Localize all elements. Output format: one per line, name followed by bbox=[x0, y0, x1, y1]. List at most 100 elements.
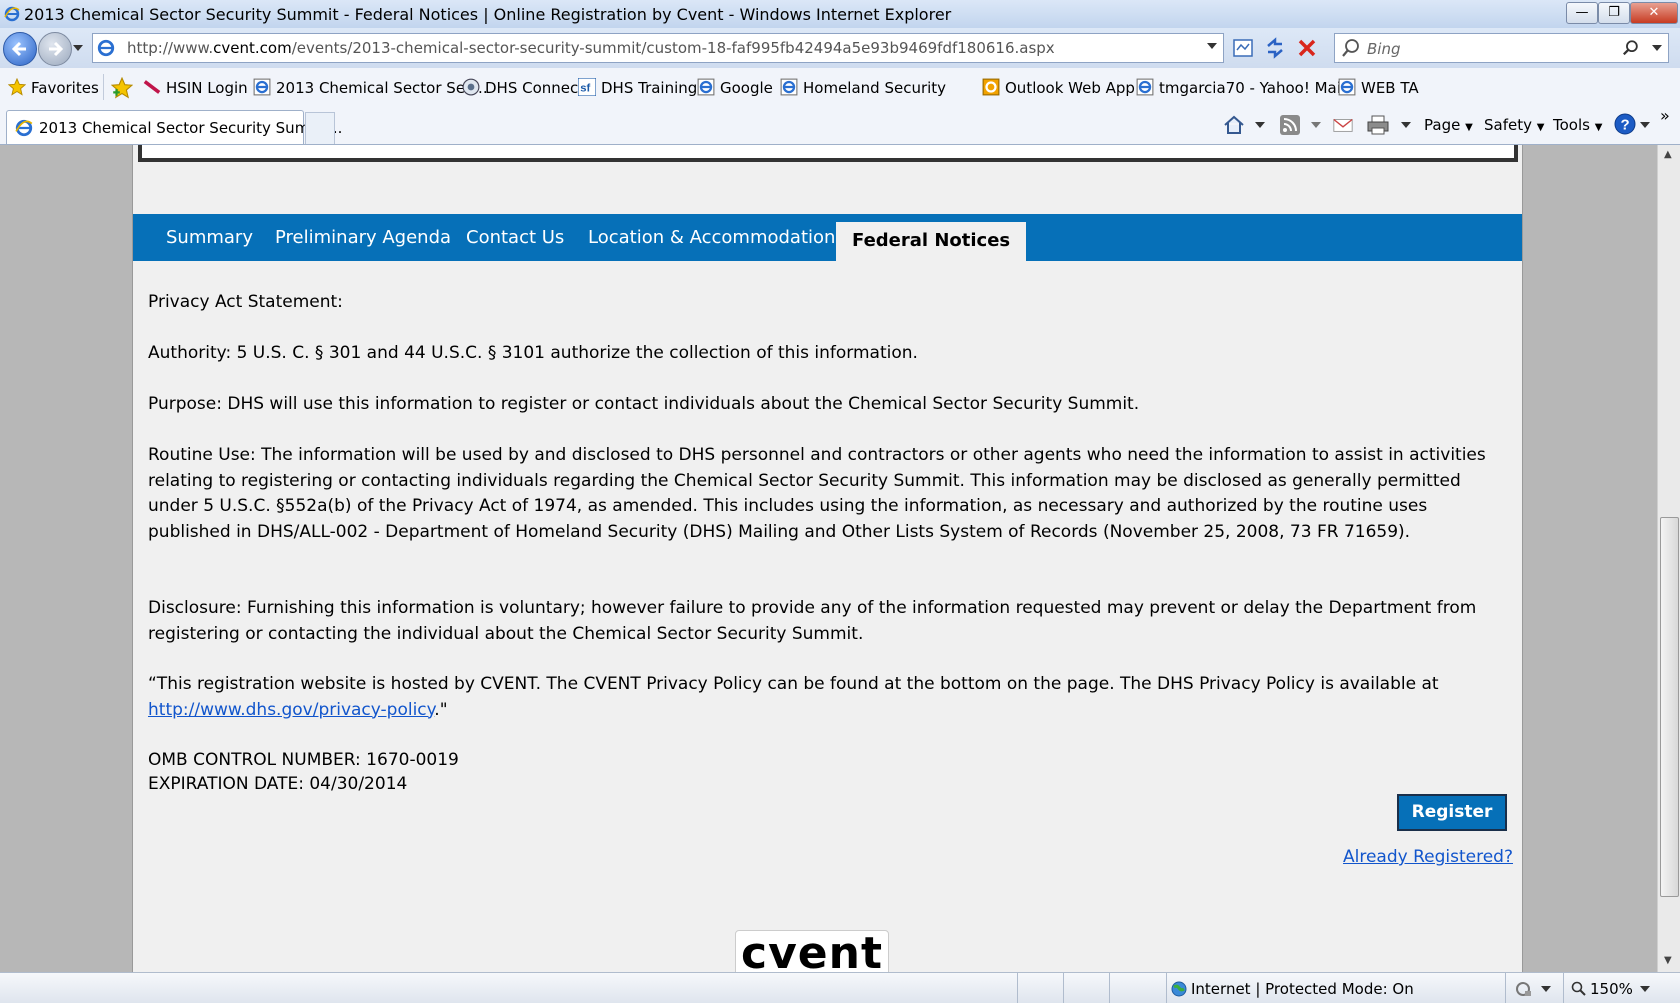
window-title: 2013 Chemical Sector Security Summit - F… bbox=[24, 5, 952, 24]
page-menu[interactable]: Page ▼ bbox=[1424, 116, 1473, 134]
svg-text:sf: sf bbox=[580, 83, 590, 95]
svg-text:?: ? bbox=[1621, 117, 1630, 134]
chevron-down-icon: ▼ bbox=[1594, 122, 1603, 133]
favorites-button[interactable]: Favorites bbox=[8, 78, 99, 97]
header-banner-bottom-edge bbox=[138, 145, 1518, 162]
status-divider bbox=[1563, 973, 1564, 1003]
ie-page-icon bbox=[1338, 78, 1356, 96]
omb-control-number: OMB CONTROL NUMBER: 1670-0019 bbox=[148, 750, 459, 770]
favorites-star-icon bbox=[8, 78, 26, 96]
add-to-favorites-icon[interactable] bbox=[111, 77, 133, 99]
read-mail-icon[interactable] bbox=[1332, 114, 1354, 136]
page-container: Summary Preliminary Agenda Contact Us Lo… bbox=[132, 145, 1523, 972]
zoom-dropdown-icon[interactable] bbox=[1640, 986, 1650, 992]
favorite-dhs-training[interactable]: sf DHS Training bbox=[578, 78, 697, 97]
disclosure-paragraph: Disclosure: Furnishing this information … bbox=[148, 598, 1477, 644]
close-window-button[interactable]: ✕ bbox=[1630, 2, 1678, 24]
forward-arrow-icon bbox=[49, 41, 64, 57]
favorites-bar: Favorites HSIN Login 2013 Chemical Secto… bbox=[0, 68, 1680, 107]
home-icon[interactable] bbox=[1222, 113, 1246, 137]
search-placeholder: Bing bbox=[1367, 40, 1401, 58]
minimize-button[interactable]: — bbox=[1566, 2, 1598, 24]
search-icon[interactable] bbox=[1622, 39, 1640, 57]
register-button[interactable]: Register bbox=[1397, 794, 1507, 831]
tab-summary[interactable]: Summary bbox=[166, 214, 253, 261]
tab-contact-us[interactable]: Contact Us bbox=[466, 214, 564, 261]
authority-paragraph: Authority: 5 U.S. C. § 301 and 44 U.S.C.… bbox=[148, 343, 918, 363]
address-field[interactable]: http://www.cvent.com/events/2013-chemica… bbox=[92, 33, 1224, 63]
navigation-bar: http://www.cvent.com/events/2013-chemica… bbox=[0, 28, 1680, 68]
tab-ie-icon bbox=[15, 119, 33, 137]
stop-icon[interactable] bbox=[1295, 36, 1319, 60]
print-icon[interactable] bbox=[1366, 113, 1390, 137]
maximize-button[interactable]: ❐ bbox=[1598, 2, 1630, 24]
favorite-web-ta[interactable]: WEB TA bbox=[1338, 78, 1419, 97]
privacy-act-heading: Privacy Act Statement: bbox=[148, 292, 343, 312]
status-bar: Internet | Protected Mode: On 150% bbox=[0, 972, 1680, 1003]
refresh-icon[interactable] bbox=[1263, 36, 1287, 60]
ie-page-icon bbox=[253, 78, 271, 96]
favorite-yahoo-mail[interactable]: tmgarcia70 - Yahoo! Mail bbox=[1136, 78, 1345, 97]
routine-use-paragraph: Routine Use: The information will be use… bbox=[148, 445, 1486, 542]
tab-location-accommodations[interactable]: Location & Accommodations bbox=[588, 214, 845, 261]
back-arrow-icon bbox=[11, 41, 26, 57]
feeds-icon[interactable] bbox=[1278, 113, 1302, 137]
tab-and-command-bar: 2013 Chemical Sector Security Summi... P… bbox=[0, 106, 1680, 145]
url-text: http://www.cvent.com/events/2013-chemica… bbox=[127, 39, 1055, 57]
status-divider bbox=[1063, 973, 1064, 1003]
favorite-chemical-summit[interactable]: 2013 Chemical Sector Sec... bbox=[253, 78, 488, 97]
dhs-seal-icon bbox=[462, 78, 480, 96]
scroll-up-arrow-icon[interactable]: ▲ bbox=[1664, 149, 1672, 160]
ie-page-icon bbox=[697, 78, 715, 96]
new-tab-button[interactable] bbox=[305, 112, 335, 144]
status-divider bbox=[1166, 973, 1167, 1003]
protected-mode-icon[interactable] bbox=[1515, 980, 1533, 998]
browser-tab-active[interactable]: 2013 Chemical Sector Security Summi... bbox=[6, 110, 342, 144]
help-dropdown-icon[interactable] bbox=[1640, 122, 1650, 128]
page-viewport: Summary Preliminary Agenda Contact Us Lo… bbox=[0, 145, 1657, 972]
feeds-dropdown-icon[interactable] bbox=[1311, 122, 1321, 128]
status-dropdown-icon[interactable] bbox=[1541, 986, 1551, 992]
expiration-date: EXPIRATION DATE: 04/30/2014 bbox=[148, 774, 408, 794]
scroll-down-arrow-icon[interactable]: ▼ bbox=[1664, 955, 1672, 966]
toolbar-overflow-chevron-icon[interactable]: » bbox=[1660, 106, 1670, 125]
favorite-google[interactable]: Google bbox=[697, 78, 773, 97]
favorites-divider bbox=[103, 74, 104, 100]
compatibility-view-icon[interactable] bbox=[1231, 36, 1255, 60]
scrollbar-thumb[interactable] bbox=[1660, 517, 1679, 897]
home-dropdown-icon[interactable] bbox=[1255, 122, 1265, 128]
forward-button[interactable] bbox=[38, 32, 72, 66]
zoom-icon bbox=[1571, 981, 1586, 996]
hsin-icon bbox=[143, 80, 161, 94]
sf-icon: sf bbox=[578, 78, 596, 96]
favorite-dhs-connect[interactable]: DHS Connect bbox=[462, 78, 584, 97]
security-zone[interactable]: Internet | Protected Mode: On bbox=[1191, 980, 1414, 998]
tab-federal-notices[interactable]: Federal Notices bbox=[836, 222, 1027, 261]
status-divider bbox=[1505, 973, 1506, 1003]
purpose-paragraph: Purpose: DHS will use this information t… bbox=[148, 394, 1140, 414]
internet-globe-icon bbox=[1171, 981, 1187, 997]
back-button[interactable] bbox=[3, 32, 37, 66]
status-divider bbox=[1109, 973, 1110, 1003]
favorite-hsin-login[interactable]: HSIN Login bbox=[143, 78, 248, 97]
window-title-bar: 2013 Chemical Sector Security Summit - F… bbox=[0, 0, 1680, 29]
site-navigation-tabs: Summary Preliminary Agenda Contact Us Lo… bbox=[133, 214, 1522, 261]
safety-menu[interactable]: Safety ▼ bbox=[1484, 116, 1544, 134]
address-dropdown-icon[interactable] bbox=[1207, 43, 1217, 49]
search-provider-icon bbox=[1342, 39, 1359, 57]
search-dropdown-icon[interactable] bbox=[1652, 45, 1662, 51]
print-dropdown-icon[interactable] bbox=[1401, 122, 1411, 128]
vertical-scrollbar[interactable]: ▲ ▼ bbox=[1657, 145, 1680, 972]
favorite-homeland-security[interactable]: Homeland Security bbox=[780, 78, 946, 97]
favorite-outlook-web-app[interactable]: Outlook Web App bbox=[982, 78, 1135, 97]
history-dropdown-icon[interactable] bbox=[73, 45, 83, 51]
chevron-down-icon: ▼ bbox=[1536, 122, 1545, 133]
help-icon[interactable]: ? bbox=[1613, 112, 1637, 136]
zoom-level[interactable]: 150% bbox=[1590, 980, 1633, 998]
page-ie-icon bbox=[97, 39, 115, 57]
search-field[interactable]: Bing bbox=[1334, 33, 1669, 63]
already-registered-link[interactable]: Already Registered? bbox=[1343, 847, 1513, 867]
dhs-privacy-policy-link[interactable]: http://www.dhs.gov/privacy-policy bbox=[148, 700, 434, 720]
tab-preliminary-agenda[interactable]: Preliminary Agenda bbox=[275, 214, 451, 261]
tools-menu[interactable]: Tools ▼ bbox=[1553, 116, 1602, 134]
